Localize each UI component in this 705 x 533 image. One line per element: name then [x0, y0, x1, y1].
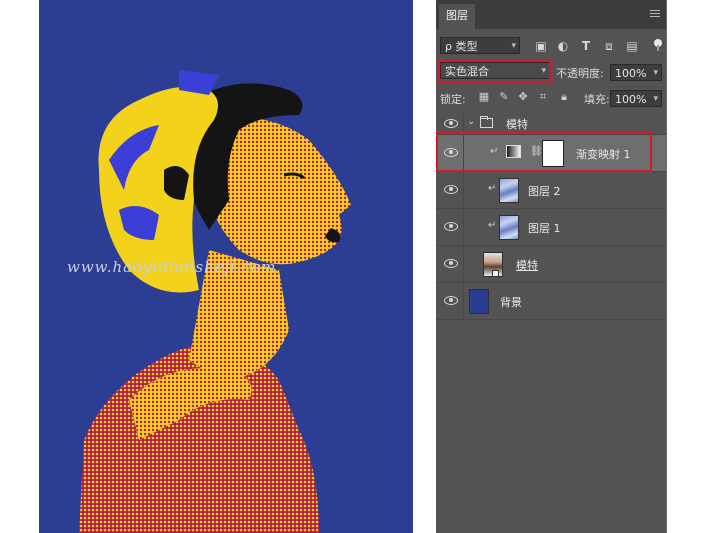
folder-icon — [480, 116, 493, 128]
chevron-down-icon: ▾ — [511, 41, 516, 51]
layer-name: 模特 — [516, 259, 538, 272]
opacity-label: 不透明度: — [556, 67, 604, 80]
lock-artboard-icon[interactable]: ⌗ — [537, 91, 549, 103]
layer-row-background[interactable]: 背景 — [436, 283, 666, 320]
layer-row-layer-1[interactable]: ↵ 图层 1 — [436, 209, 666, 246]
fill-value: 100% — [615, 93, 647, 106]
layers-panel: 图层 ρ 类型 ▾ ▣ ◐ T ⧈ ▤ 实色混合 ▾ 不透明度: 100% ▾ … — [436, 0, 666, 533]
image-filter-icon[interactable]: ▣ — [534, 39, 548, 53]
layer-name: 模特 — [506, 118, 528, 131]
blend-row: 实色混合 ▾ 不透明度: 100% ▾ — [436, 59, 666, 84]
fill-label: 填充: — [584, 93, 610, 106]
clipping-mask-icon: ↵ — [488, 183, 497, 194]
spacer — [413, 0, 436, 533]
chevron-down-icon: ▾ — [653, 94, 658, 104]
layer-thumbnail — [499, 215, 519, 240]
watermark-text: www.haoyidianshejі.com — [67, 258, 277, 276]
smart-object-badge-icon — [492, 270, 499, 277]
layer-name: 背景 — [500, 296, 522, 309]
selected-layer-highlight-box — [436, 132, 652, 172]
visibility-eye-icon[interactable] — [444, 295, 458, 305]
adjustment-filter-icon[interactable]: ◐ — [556, 39, 570, 53]
filter-kind-select[interactable]: ρ 类型 ▾ — [440, 37, 520, 54]
layer-filter-row: ρ 类型 ▾ ▣ ◐ T ⧈ ▤ — [436, 35, 666, 57]
layer-thumbnail — [469, 289, 489, 314]
tab-layers[interactable]: 图层 — [439, 4, 475, 29]
lock-transparent-icon[interactable]: ▦ — [478, 91, 490, 103]
layer-thumbnail — [499, 178, 519, 203]
opacity-input[interactable]: 100% ▾ — [610, 64, 662, 81]
type-filter-icon[interactable]: T — [579, 39, 593, 53]
lock-all-icon[interactable]: 🔒︎ — [558, 91, 570, 103]
visibility-eye-icon[interactable] — [444, 258, 458, 268]
layer-name: 图层 2 — [528, 185, 561, 198]
clipping-mask-icon: ↵ — [488, 220, 497, 231]
layer-row-model-smart-object[interactable]: 模特 — [436, 246, 666, 283]
layer-row-gradient-map[interactable]: ↵ ⛓ 渐变映射 1 — [436, 132, 666, 172]
panel-menu-icon[interactable] — [650, 10, 660, 18]
visibility-eye-icon[interactable] — [444, 118, 458, 128]
artwork-canvas: www.haoyidianshejі.com — [39, 0, 413, 533]
group-expand-chevron-icon[interactable]: ⌄ — [467, 116, 475, 127]
filter-kind-label: ρ 类型 — [445, 40, 478, 53]
visibility-eye-icon[interactable] — [444, 221, 458, 231]
lock-row: 锁定: ▦ ✎ ✥ ⌗ 🔒︎ 填充: 100% ▾ — [436, 87, 666, 109]
blend-mode-highlight-box — [437, 59, 551, 83]
visibility-eye-icon[interactable] — [444, 184, 458, 194]
layer-row-layer-2[interactable]: ↵ 图层 2 — [436, 172, 666, 209]
shape-filter-icon[interactable]: ⧈ — [602, 39, 616, 53]
lock-image-icon[interactable]: ✎ — [498, 91, 510, 103]
lock-position-icon[interactable]: ✥ — [517, 91, 529, 103]
panel-tab-bar: 图层 — [436, 0, 666, 29]
fill-input[interactable]: 100% ▾ — [610, 90, 662, 107]
opacity-value: 100% — [615, 67, 647, 80]
layer-name: 图层 1 — [528, 222, 561, 235]
lock-label: 锁定: — [440, 93, 466, 106]
smart-object-filter-icon[interactable]: ▤ — [625, 39, 639, 53]
chevron-down-icon: ▾ — [653, 68, 658, 78]
